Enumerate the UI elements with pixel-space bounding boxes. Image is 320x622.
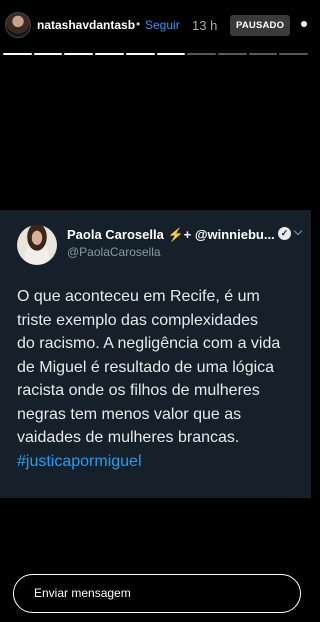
story-header: natashavdantasb • Seguir 13 h PAUSADO [0,0,311,56]
tweet-text-line: racista onde os filhos de mulheres [17,382,260,399]
avatar[interactable] [5,12,31,38]
tweet-author-handle: @PaolaCarosella [67,245,161,259]
verified-icon: ✓ [278,227,291,240]
progress-segment [156,53,186,55]
progress-segment [248,53,278,55]
hashtag-link[interactable]: #justicapormiguel [17,450,301,474]
tweet-text-line: vaidades de mulheres brancas. [17,429,240,446]
separator-dot: • [136,17,141,31]
tweet-author-name: Paola Carosella ⚡+ @winniebu... [67,227,275,242]
tweet-card: Paola Carosella ⚡+ @winniebu... ✓ @Paola… [0,210,311,498]
progress-segment [33,53,63,55]
story-progress-bar [3,53,309,56]
progress-segment [279,53,309,55]
progress-segment [3,53,32,55]
tweet-text: O que aconteceu em Recife, é um triste e… [17,285,301,473]
username[interactable]: natashavdantasb [37,18,135,32]
chevron-down-icon [293,226,303,236]
tweet-text-line: negras tem menos valor que as [17,405,242,423]
tweet-text-line: O que aconteceu em Recife, é um [17,288,260,305]
paused-badge: PAUSADO [230,15,291,36]
progress-segment [217,53,247,55]
tweet-text-line: do racismo. A negligência com a vida [17,335,281,352]
tweet-author-avatar [17,225,57,265]
progress-segment [64,53,94,55]
progress-segment [187,53,216,55]
more-options-icon[interactable] [301,21,307,27]
timestamp: 13 h [192,18,218,33]
send-message-input[interactable]: Enviar mensagem [13,574,301,613]
progress-segment [125,53,155,55]
tweet-text-line: triste exemplo das complexidades [17,311,259,329]
progress-segment [95,53,124,55]
follow-button[interactable]: Seguir [145,18,180,32]
tweet-text-line: de Miguel é resultado de uma lógica [17,358,275,376]
